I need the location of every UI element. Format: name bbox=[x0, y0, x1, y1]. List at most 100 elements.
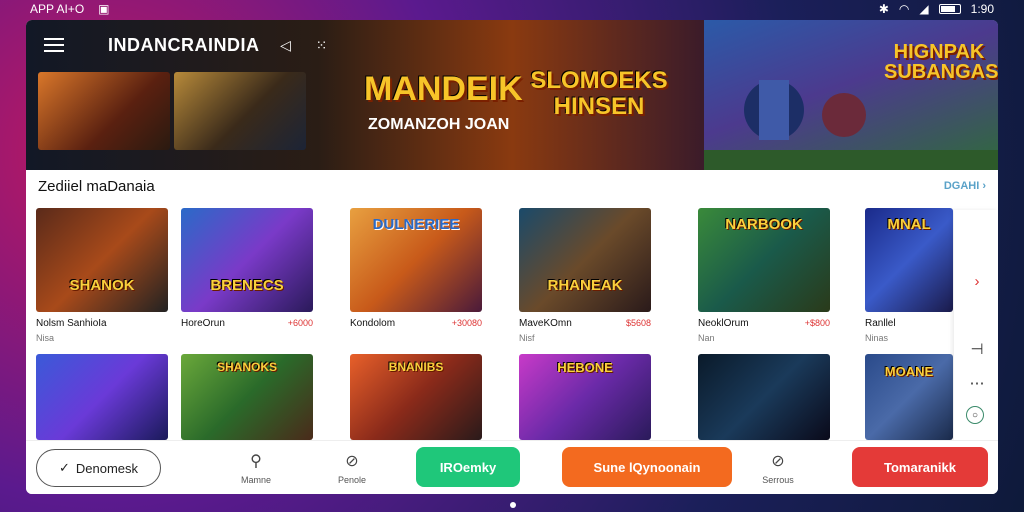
collapse-icon[interactable]: ⊣ bbox=[966, 338, 988, 360]
see-all-label: DGAHI bbox=[943, 180, 980, 192]
game-card[interactable] bbox=[698, 354, 830, 440]
game-price: $5608 bbox=[625, 318, 651, 328]
game-name: MaveKOmn bbox=[519, 318, 572, 329]
game-card-art bbox=[698, 354, 830, 440]
game-logo: SHANOK bbox=[69, 277, 135, 294]
chevron-right-icon[interactable]: › bbox=[966, 270, 988, 292]
check-icon: ✓ bbox=[58, 460, 70, 475]
search-icon: ⚲ bbox=[250, 453, 262, 470]
game-card[interactable]: DULNERIEE Kondolom +30080 bbox=[350, 208, 482, 333]
app-title: INDANCRAINDIA bbox=[108, 34, 260, 55]
game-card[interactable]: SHANOK Nolsm SanhioIa Nisa bbox=[36, 208, 168, 343]
game-sub: Nisf bbox=[519, 333, 535, 343]
compass-icon: ⊘ bbox=[771, 453, 785, 470]
game-logo: NARBOOK bbox=[725, 216, 803, 233]
settings-icon[interactable]: ⁙ bbox=[312, 35, 332, 55]
game-card[interactable]: MNAL Ranllel Ninas bbox=[865, 208, 953, 343]
game-price: +$800 bbox=[804, 318, 830, 328]
game-logo: RHANEAK bbox=[547, 277, 623, 294]
game-card-art: MNAL bbox=[865, 208, 953, 312]
nav-item-home[interactable]: ⚲ Mamne bbox=[226, 451, 286, 485]
nav-item-home-label: Mamne bbox=[240, 475, 271, 485]
game-card-art: HEBONE bbox=[519, 354, 651, 440]
nav-item-services-label: Serrous bbox=[762, 475, 794, 485]
info-icon[interactable]: ○ bbox=[966, 406, 984, 424]
game-card-art: BRENECS bbox=[181, 208, 313, 312]
status-bar: APP AI+O ▣ ✱ ◠ ◢ 1:90 bbox=[0, 0, 1024, 18]
game-name: NeoklOrum bbox=[698, 318, 749, 329]
game-price: +30080 bbox=[451, 318, 482, 328]
game-logo: MOANE bbox=[884, 364, 934, 379]
hero-banner-title: MANDEIK bbox=[364, 70, 523, 108]
game-card-art: SHANOK bbox=[36, 208, 168, 312]
wifi-icon: ◠ bbox=[898, 2, 910, 16]
nav-item-profile[interactable]: ⊘ Penole bbox=[322, 451, 382, 485]
game-card[interactable]: RHANEAK MaveKOmn $5608 Nisf bbox=[519, 208, 651, 343]
game-logo: BRENECS bbox=[210, 277, 284, 294]
bluetooth-icon: ✱ bbox=[878, 2, 889, 16]
clock: 1:90 bbox=[970, 2, 994, 16]
game-card-art: MOANE bbox=[865, 354, 953, 440]
top-app-bar: INDANCRAINDIA ◁ ⁙ bbox=[26, 20, 726, 70]
orange-button-label: Sune lQynoonain bbox=[593, 459, 701, 475]
app-notification-icon: ▣ bbox=[98, 2, 110, 16]
game-logo: SHANOKS bbox=[216, 360, 277, 374]
red-button[interactable]: Tomaranikk bbox=[852, 447, 988, 487]
hero-banner[interactable]: HIGNPAK SUBANGAS INDANCRAINDIA ◁ ⁙ MANDE… bbox=[26, 20, 998, 170]
battery-icon bbox=[938, 4, 961, 14]
app-window: HIGNPAK SUBANGAS INDANCRAINDIA ◁ ⁙ MANDE… bbox=[26, 20, 998, 494]
game-card-art: BNANIBS bbox=[350, 354, 482, 440]
game-sub: Nisa bbox=[36, 333, 55, 343]
hero-banner-logo: SLOMOEKS HINSEN bbox=[530, 67, 668, 120]
game-card[interactable]: HEBONE bbox=[519, 354, 651, 440]
outline-button[interactable]: ✓ Denomesk bbox=[36, 449, 161, 487]
green-button-label: IROemky bbox=[439, 459, 497, 475]
signal-icon: ◢ bbox=[919, 2, 929, 16]
green-button[interactable]: IROemky bbox=[416, 447, 520, 487]
game-logo: MNAL bbox=[887, 216, 931, 233]
megaphone-icon[interactable]: ◁ bbox=[276, 35, 296, 55]
status-left-text: APP AI+O bbox=[30, 2, 85, 16]
game-card[interactable]: BRENECS HoreOrun +6000 bbox=[181, 208, 313, 333]
game-card-art: SHANOKS bbox=[181, 354, 313, 440]
hero-thumb-2[interactable] bbox=[174, 72, 306, 150]
game-card[interactable]: NARBOOK NeoklOrum +$800 Nan bbox=[698, 208, 830, 343]
game-name: HoreOrun bbox=[181, 318, 225, 329]
game-card-art: RHANEAK bbox=[519, 208, 651, 312]
game-name: Ranllel bbox=[865, 318, 896, 329]
game-card[interactable] bbox=[36, 354, 168, 440]
game-card[interactable]: MOANE bbox=[865, 354, 953, 440]
hero-right-art bbox=[704, 80, 998, 170]
game-card[interactable]: SHANOKS bbox=[181, 354, 313, 440]
outline-button-label: Denomesk bbox=[75, 460, 139, 476]
hero-thumb-art-2 bbox=[174, 72, 306, 150]
hero-banner-subtitle: ZOMANZOH JOAN bbox=[368, 116, 510, 133]
red-button-label: Tomaranikk bbox=[883, 459, 956, 475]
game-logo: DULNERIEE bbox=[372, 216, 460, 233]
home-indicator bbox=[510, 502, 516, 508]
game-card-art: NARBOOK bbox=[698, 208, 830, 312]
game-logo: BNANIBS bbox=[388, 360, 444, 374]
bottom-action-bar: ✓ Denomesk ⚲ Mamne ⊘ Penole IROemky Sune… bbox=[26, 440, 998, 494]
game-name: Nolsm SanhioIa bbox=[36, 318, 107, 329]
nav-item-services[interactable]: ⊘ Serrous bbox=[748, 451, 808, 485]
hero-thumb-art-1 bbox=[38, 72, 170, 150]
game-price: +6000 bbox=[287, 318, 313, 328]
menu-icon[interactable] bbox=[44, 38, 64, 52]
game-card[interactable]: BNANIBS bbox=[350, 354, 482, 440]
game-name: Kondolom bbox=[350, 318, 396, 329]
game-card-art bbox=[36, 354, 168, 440]
game-sub: Nan bbox=[698, 333, 715, 343]
see-all-link[interactable]: DGAHI › bbox=[944, 180, 986, 192]
game-card-art: DULNERIEE bbox=[350, 208, 482, 312]
side-rail: › ⊣ ⋯ ○ bbox=[954, 210, 998, 450]
orange-button[interactable]: Sune lQynoonain bbox=[562, 447, 732, 487]
nav-item-profile-label: Penole bbox=[337, 475, 367, 485]
hero-right-promo[interactable]: HIGNPAK SUBANGAS bbox=[704, 20, 998, 170]
more-icon[interactable]: ⋯ bbox=[966, 372, 988, 394]
section-title: Zediiel maDanaia bbox=[38, 178, 155, 195]
game-logo: HEBONE bbox=[557, 360, 613, 375]
bolt-icon: ⊘ bbox=[345, 453, 359, 470]
game-sub: Ninas bbox=[865, 333, 889, 343]
hero-thumb-1[interactable] bbox=[38, 72, 170, 150]
